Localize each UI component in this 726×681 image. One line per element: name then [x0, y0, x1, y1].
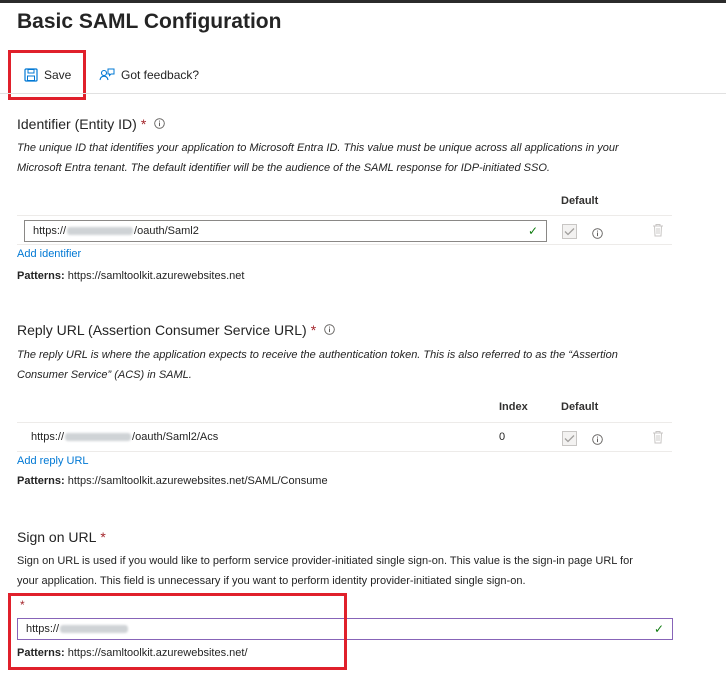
- page-title: Basic SAML Configuration: [17, 10, 282, 33]
- identifier-default-checkbox[interactable]: [562, 224, 577, 239]
- checkmark-icon: [564, 435, 575, 443]
- identifier-default-header: Default: [561, 195, 599, 207]
- reply-url-row-bottom-line: [17, 451, 672, 452]
- feedback-label: Got feedback?: [121, 68, 200, 82]
- identifier-description: The unique ID that identifies your appli…: [17, 142, 619, 174]
- top-border: [0, 0, 726, 3]
- toolbar-divider: [0, 93, 726, 94]
- info-icon[interactable]: [154, 116, 166, 132]
- reply-url-default-header: Default: [561, 401, 599, 413]
- feedback-button[interactable]: Got feedback?: [99, 68, 199, 82]
- sign-on-section-title: Sign on URL *: [17, 529, 106, 545]
- sign-on-description: Sign on URL is used if you would like to…: [17, 555, 633, 587]
- identifier-title: Identifier (Entity ID): [17, 116, 137, 132]
- reply-url-section-title: Reply URL (Assertion Consumer Service UR…: [17, 322, 335, 338]
- identifier-delete-icon[interactable]: [652, 223, 664, 242]
- add-reply-url-link[interactable]: Add reply URL: [17, 455, 89, 467]
- redacted-host: [65, 433, 132, 441]
- checkmark-icon: [564, 228, 575, 236]
- identifier-info-icon[interactable]: [592, 226, 603, 244]
- reply-url-delete-icon[interactable]: [652, 430, 664, 449]
- reply-url-row-top-line: [17, 422, 672, 423]
- redacted-host: [67, 227, 134, 236]
- identifier-patterns: Patterns: https://samltoolkit.azurewebsi…: [17, 270, 245, 282]
- reply-url-patterns: Patterns: https://samltoolkit.azurewebsi…: [17, 475, 328, 487]
- reply-url-default-checkbox[interactable]: [562, 431, 577, 446]
- required-mark: *: [100, 529, 106, 545]
- reply-url-index-header: Index: [499, 401, 528, 413]
- reply-url-value: https:///oauth/Saml2/Acs: [31, 431, 219, 443]
- valid-check-icon: ✓: [527, 224, 538, 238]
- feedback-icon: [99, 68, 115, 81]
- identifier-value: https:///oauth/Saml2: [33, 225, 199, 237]
- sign-on-title: Sign on URL: [17, 529, 97, 545]
- identifier-row-top-line: [17, 215, 672, 216]
- identifier-section-title: Identifier (Entity ID) *: [17, 116, 166, 132]
- reply-url-title: Reply URL (Assertion Consumer Service UR…: [17, 322, 307, 338]
- info-icon[interactable]: [324, 322, 335, 338]
- reply-url-info-icon[interactable]: [592, 432, 603, 450]
- add-identifier-link[interactable]: Add identifier: [17, 248, 81, 260]
- valid-check-icon: ✓: [653, 622, 664, 636]
- required-mark: *: [140, 116, 147, 132]
- required-mark: *: [310, 322, 317, 338]
- reply-url-description: The reply URL is where the application e…: [17, 349, 618, 381]
- reply-url-index-value: 0: [499, 431, 506, 443]
- identifier-input[interactable]: https:///oauth/Saml2 ✓: [24, 220, 547, 242]
- identifier-row-bottom-line: [17, 244, 672, 245]
- highlight-sign-on: [8, 593, 347, 670]
